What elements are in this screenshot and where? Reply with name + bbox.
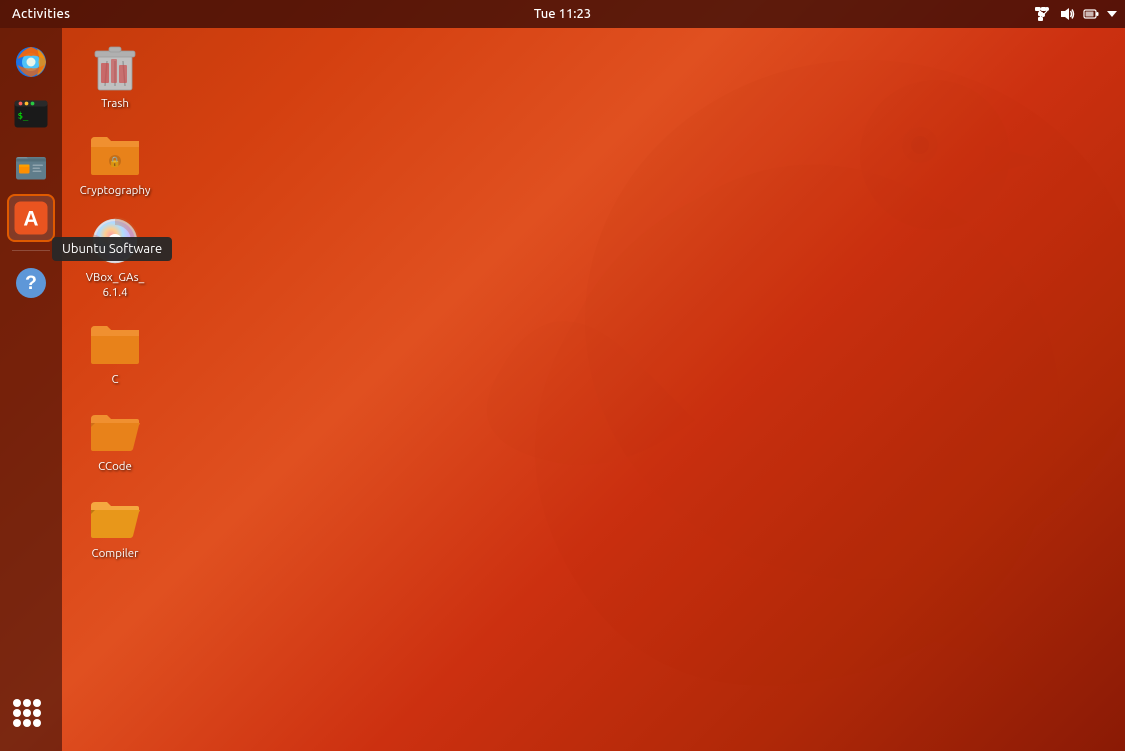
dock-item-ubuntu-software[interactable]: A [7, 194, 55, 242]
activities-button[interactable]: Activities [8, 7, 74, 21]
system-menu-icon[interactable] [1107, 10, 1117, 18]
svg-text:$_: $_ [18, 112, 29, 122]
compiler-label: Compiler [92, 547, 139, 562]
desktop-icon-cryptography[interactable]: 🔒 Cryptography [70, 122, 160, 205]
vboxgas-label: VBox_GAs_6.1.4 [86, 271, 145, 301]
compiler-folder-icon [89, 491, 141, 543]
topbar-right [1035, 7, 1117, 21]
dock-item-help[interactable]: ? [7, 259, 55, 307]
dock-item-firefox[interactable] [7, 38, 55, 86]
ccode-folder-icon [89, 404, 141, 456]
clock: Tue 11:23 [534, 7, 591, 21]
desktop-icon-ccode[interactable]: CCode [70, 398, 160, 481]
desktop-icon-trash[interactable]: Trash [70, 35, 160, 118]
topbar: Activities Tue 11:23 [0, 0, 1125, 28]
dock-item-terminal[interactable]: $_ [7, 90, 55, 138]
trash-icon [89, 41, 141, 93]
battery-icon[interactable] [1083, 7, 1099, 21]
ccode-label: CCode [98, 460, 132, 475]
svg-text:?: ? [25, 272, 37, 294]
dock-item-files[interactable] [7, 142, 55, 190]
cryptography-label: Cryptography [80, 184, 151, 199]
svg-text:🔒: 🔒 [109, 156, 121, 168]
c-folder-icon [89, 317, 141, 369]
desktop-icons-area: Trash 🔒 Cryptography [70, 35, 160, 568]
cd-icon [89, 215, 141, 267]
desktop-icon-compiler[interactable]: Compiler [70, 485, 160, 568]
dock: $_ A ? [0, 28, 62, 751]
dock-separator [12, 250, 50, 251]
network-icon[interactable] [1035, 7, 1051, 21]
trash-label: Trash [101, 97, 129, 112]
volume-icon[interactable] [1059, 7, 1075, 21]
show-applications-button[interactable] [13, 699, 49, 735]
c-folder-label: C [111, 373, 118, 388]
desktop-icon-c[interactable]: C [70, 311, 160, 394]
svg-text:A: A [23, 208, 38, 231]
desktop-icon-vboxgas[interactable]: VBox_GAs_6.1.4 [70, 209, 160, 307]
cryptography-folder-icon: 🔒 [89, 128, 141, 180]
